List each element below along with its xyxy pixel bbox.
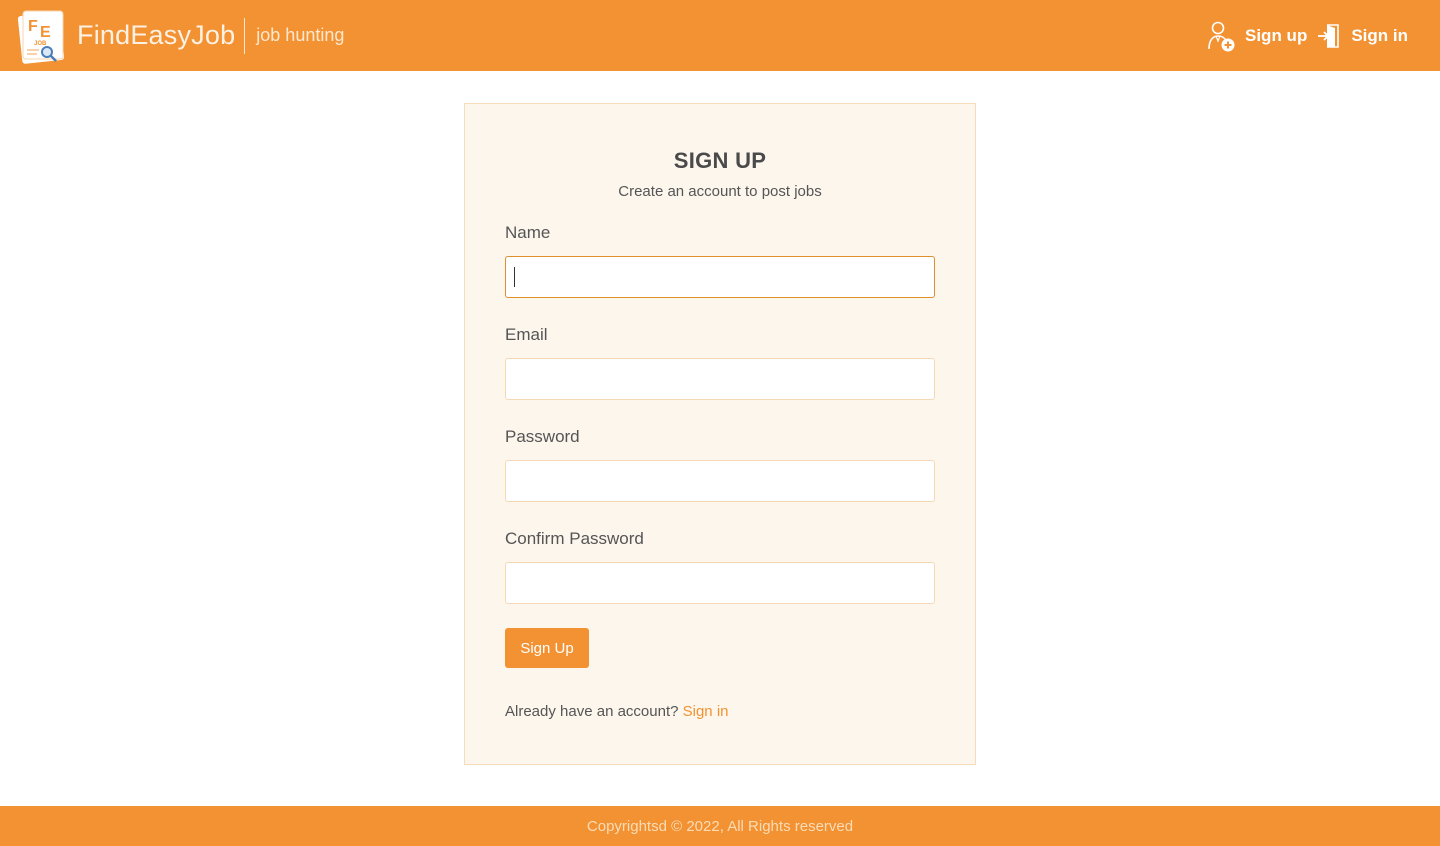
nav-signin-link[interactable]: Sign in [1317,23,1408,49]
footer: Copyrightsd © 2022, All Rights reserved [0,806,1440,846]
email-input[interactable] [505,358,935,400]
email-label: Email [505,325,548,344]
name-label: Name [505,223,551,242]
confirm-password-label: Confirm Password [505,529,644,548]
brand-name[interactable]: FindEasyJob [77,20,235,51]
password-input[interactable] [505,460,935,502]
page-subtitle: Create an account to post jobs [618,183,822,200]
sign-in-icon [1318,23,1340,48]
nav-signin-label[interactable]: Sign in [1351,26,1408,46]
signup-submit-button[interactable]: Sign Up [505,628,589,668]
nav-signup-label[interactable]: Sign up [1245,26,1307,46]
already-account-label: Already have an account? [505,703,679,720]
auth-nav: Sign up Sign in [1207,0,1408,71]
brand[interactable]: F E JOB FindEasyJob job hunting [0,0,344,71]
confirm-password-input[interactable] [505,562,935,604]
signup-card: SIGN UP Create an account to post jobs N… [464,103,976,765]
brand-tagline: job hunting [256,25,345,45]
svg-text:JOB: JOB [34,41,47,47]
copyright-text: Copyrightsd © 2022, All Rights reserved [586,817,854,835]
add-user-icon [1208,21,1235,51]
svg-text:E: E [40,24,51,41]
signin-link[interactable]: Sign in [683,703,729,720]
nav-signup-link[interactable]: Sign up [1207,19,1307,53]
svg-text:F: F [28,18,38,35]
page-title: SIGN UP [673,148,767,173]
brand-divider [244,17,246,54]
text-caret [514,267,515,287]
logo-icon: F E JOB [17,8,67,64]
name-input[interactable] [505,256,935,298]
already-account-text: Already have an account? Sign in [505,703,729,720]
password-label: Password [505,427,580,446]
top-navbar: F E JOB FindEasyJob job hunting Sign up … [0,0,1440,71]
